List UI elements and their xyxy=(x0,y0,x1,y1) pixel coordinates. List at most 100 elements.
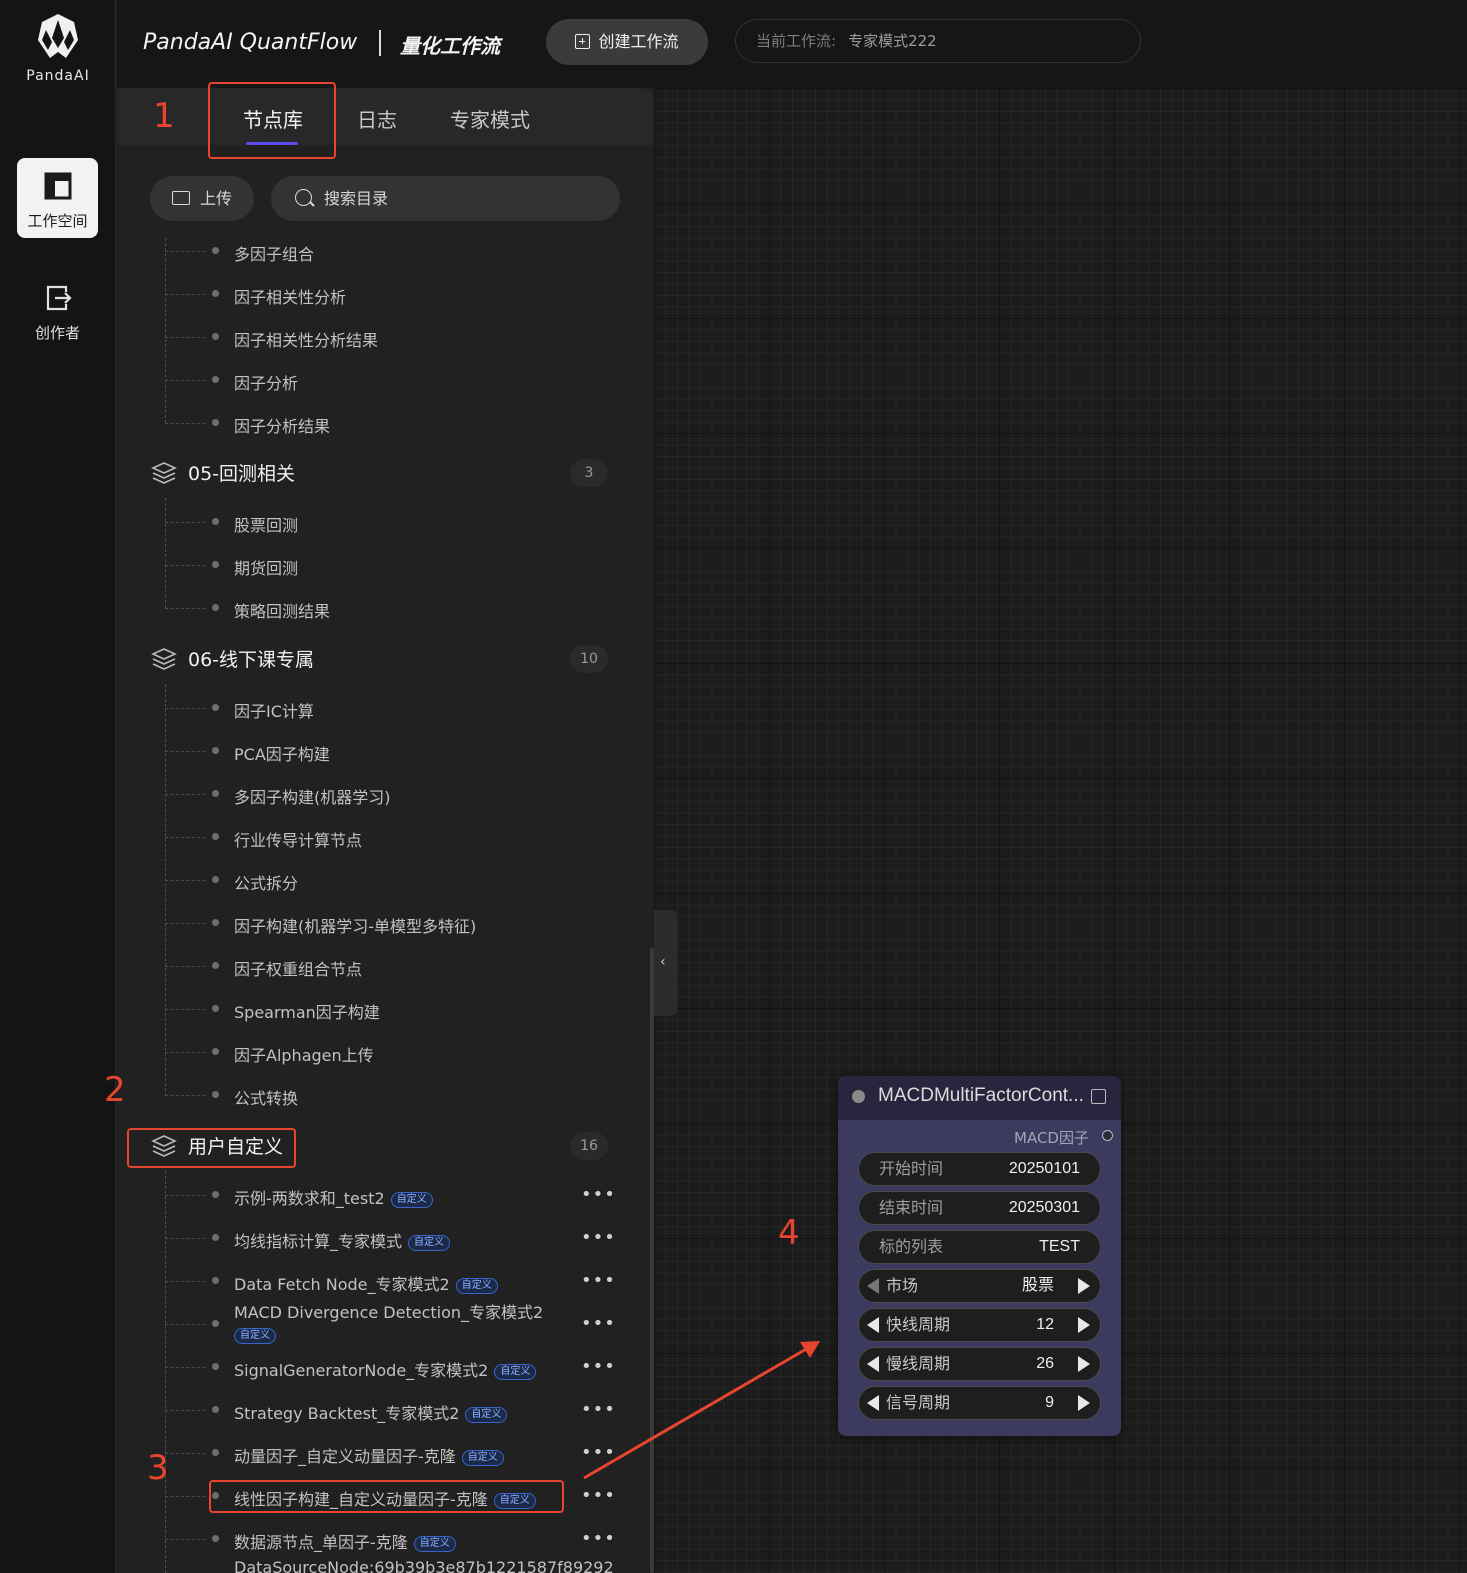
list-item[interactable]: 行业传导计算节点 xyxy=(234,827,362,851)
field-value: 12 xyxy=(1036,1316,1054,1333)
custom-node-item[interactable]: MACD Divergence Detection_专家模式2 自定义 xyxy=(234,1299,543,1344)
bullet xyxy=(212,1449,219,1456)
tab-expert-mode[interactable]: 专家模式 xyxy=(450,104,530,133)
list-item[interactable]: 公式转换 xyxy=(234,1085,298,1109)
bullet xyxy=(212,1535,219,1542)
macd-node-card[interactable]: MACDMultiFactorCont... MACD因子 开始时间 20250… xyxy=(838,1076,1121,1436)
start-date-field[interactable]: 开始时间 20250101 xyxy=(858,1152,1101,1186)
custom-node-item[interactable]: 数据源节点_单因子-克隆 自定义 xyxy=(234,1529,456,1553)
end-date-field[interactable]: 结束时间 20250301 xyxy=(858,1191,1101,1225)
rail-creator-button[interactable]: 创作者 xyxy=(17,270,98,350)
upload-label: 上传 xyxy=(200,189,233,208)
list-item[interactable]: 策略回测结果 xyxy=(234,598,330,622)
list-item[interactable]: 因子分析结果 xyxy=(234,413,330,437)
tree-connector xyxy=(165,1171,166,1573)
more-options-icon[interactable]: ••• xyxy=(581,1270,616,1291)
list-item[interactable]: 多因子构建(机器学习) xyxy=(234,784,391,808)
output-port[interactable] xyxy=(1102,1130,1113,1141)
exit-icon xyxy=(46,285,72,311)
node-status-dot xyxy=(852,1090,865,1103)
custom-node-item[interactable]: 均线指标计算_专家模式 自定义 xyxy=(234,1228,451,1252)
annotation-box-tab xyxy=(208,82,336,159)
list-item[interactable]: 因子Alphagen上传 xyxy=(234,1042,374,1066)
arrow-left-icon[interactable] xyxy=(867,1356,879,1372)
list-item[interactable]: Spearman因子构建 xyxy=(234,999,380,1023)
custom-node-item[interactable]: 示例-两数求和_test2 自定义 xyxy=(234,1185,433,1209)
current-workflow-field[interactable]: 当前工作流: 专家模式222 xyxy=(735,19,1141,63)
edit-icon[interactable] xyxy=(1091,1089,1106,1104)
more-options-icon[interactable]: ••• xyxy=(581,1485,616,1506)
more-options-icon[interactable]: ••• xyxy=(581,1356,616,1377)
market-selector[interactable]: 市场 股票 xyxy=(858,1269,1101,1303)
more-options-icon[interactable]: ••• xyxy=(581,1227,616,1248)
arrow-right-icon[interactable] xyxy=(1078,1395,1090,1411)
fast-period-stepper[interactable]: 快线周期 12 xyxy=(858,1308,1101,1342)
list-item[interactable]: 因子分析 xyxy=(234,370,298,394)
upload-button[interactable]: 上传 xyxy=(150,176,254,221)
list-item[interactable]: 期货回测 xyxy=(234,555,298,579)
bullet xyxy=(212,747,219,754)
tab-log[interactable]: 日志 xyxy=(357,104,397,133)
search-placeholder: 搜索目录 xyxy=(324,189,389,208)
list-item[interactable]: 因子相关性分析 xyxy=(234,284,346,308)
list-item[interactable]: PCA因子构建 xyxy=(234,741,330,765)
tree-branch xyxy=(165,1539,205,1540)
arrow-right-icon[interactable] xyxy=(1078,1356,1090,1372)
top-bar: PandaAI QuantFlow 量化工作流 创建工作流 当前工作流: 专家模式… xyxy=(117,0,1467,88)
node-library-panel: 节点库 日志 专家模式 上传 搜索目录 多因子组合 因子相关性分析 因子相关性分… xyxy=(117,88,654,1573)
annotation-number: 3 xyxy=(147,1448,169,1488)
arrow-right-icon[interactable] xyxy=(1078,1278,1090,1294)
arrow-left-icon[interactable] xyxy=(867,1317,879,1333)
arrow-right-icon[interactable] xyxy=(1078,1317,1090,1333)
more-options-icon[interactable]: ••• xyxy=(581,1399,616,1420)
list-item[interactable]: 因子相关性分析结果 xyxy=(234,327,378,351)
signal-period-stepper[interactable]: 信号周期 9 xyxy=(858,1386,1101,1420)
bullet xyxy=(212,1005,219,1012)
group-header-backtest[interactable]: 05-回测相关 3 xyxy=(151,459,611,487)
bullet xyxy=(212,1191,219,1198)
custom-node-item[interactable]: DataSourceNode:69b39b3e87b1221587f89292 xyxy=(234,1558,614,1573)
search-input[interactable]: 搜索目录 xyxy=(271,176,620,221)
custom-node-item[interactable]: 动量因子_自定义动量因子-克隆 自定义 xyxy=(234,1443,504,1467)
group-header-offline-course[interactable]: 06-线下课专属 10 xyxy=(151,645,611,673)
list-item[interactable]: 因子权重组合节点 xyxy=(234,956,362,980)
arrow-left-icon[interactable] xyxy=(867,1278,879,1294)
create-workflow-button[interactable]: 创建工作流 xyxy=(546,19,708,65)
group-count-badge: 3 xyxy=(570,459,608,487)
more-options-icon[interactable]: ••• xyxy=(581,1184,616,1205)
list-item[interactable]: 多因子组合 xyxy=(234,241,314,265)
more-options-icon[interactable]: ••• xyxy=(581,1313,616,1334)
panel-scrollbar[interactable] xyxy=(650,948,654,1573)
custom-node-label: 动量因子_自定义动量因子-克隆 xyxy=(234,1447,456,1466)
bullet xyxy=(212,419,219,426)
rail-workspace-button[interactable]: 工作空间 xyxy=(17,158,98,238)
group-count-badge: 10 xyxy=(570,645,608,673)
folder-icon xyxy=(172,191,190,205)
tree-branch xyxy=(165,380,205,381)
tree-branch xyxy=(165,1367,205,1368)
list-item[interactable]: 因子IC计算 xyxy=(234,698,314,722)
custom-node-item[interactable]: SignalGeneratorNode_专家模式2 自定义 xyxy=(234,1357,537,1381)
arrow-left-icon[interactable] xyxy=(867,1395,879,1411)
custom-node-item[interactable]: Data Fetch Node_专家模式2 自定义 xyxy=(234,1271,498,1295)
bullet xyxy=(212,561,219,568)
tree-branch xyxy=(165,1009,205,1010)
more-options-icon[interactable]: ••• xyxy=(581,1442,616,1463)
slow-period-stepper[interactable]: 慢线周期 26 xyxy=(858,1347,1101,1381)
chevron-left-icon: ‹ xyxy=(660,954,666,970)
tree-connector xyxy=(165,498,166,608)
field-value: 9 xyxy=(1045,1394,1054,1411)
node-header[interactable]: MACDMultiFactorCont... xyxy=(838,1076,1121,1120)
more-options-icon[interactable]: ••• xyxy=(581,1528,616,1549)
custom-node-item[interactable]: Strategy Backtest_专家模式2 自定义 xyxy=(234,1400,508,1424)
list-item[interactable]: 公式拆分 xyxy=(234,870,298,894)
group-title: 06-线下课专属 xyxy=(188,649,315,671)
tree-branch xyxy=(165,837,205,838)
tree-branch xyxy=(165,1238,205,1239)
list-item[interactable]: 因子构建(机器学习-单模型多特征) xyxy=(234,913,476,937)
collapse-panel-button[interactable]: ‹ xyxy=(654,910,677,1016)
app-subtitle: 量化工作流 xyxy=(400,34,500,58)
symbols-field[interactable]: 标的列表 TEST xyxy=(858,1230,1101,1264)
list-item[interactable]: 股票回测 xyxy=(234,512,298,536)
bullet xyxy=(212,876,219,883)
